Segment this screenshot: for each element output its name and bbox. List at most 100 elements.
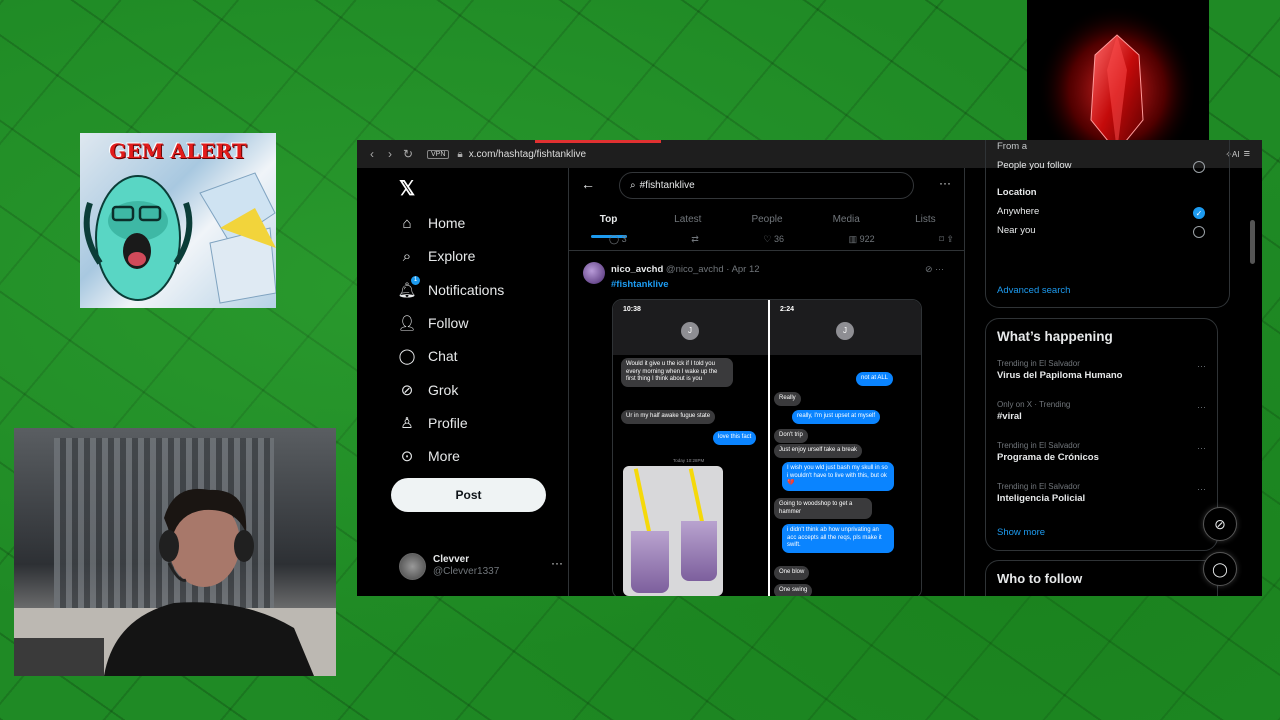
filter-people-you-follow[interactable]: People you follow	[997, 160, 1071, 171]
trend-item[interactable]: Trending in El Salvador Virus del Papilo…	[997, 359, 1212, 381]
avatar	[399, 552, 426, 580]
more-options-icon[interactable]: ···	[1197, 361, 1206, 371]
nav-label: Explore	[428, 248, 476, 264]
vpn-badge[interactable]: VPN	[427, 149, 450, 159]
page-load-progress	[535, 140, 661, 143]
avatar[interactable]	[583, 262, 605, 284]
search-input[interactable]: ⌕ #fishtanklive	[619, 172, 914, 199]
more-options-icon[interactable]: ···	[1197, 402, 1206, 412]
divider	[569, 250, 964, 251]
reply-button[interactable]: ◯ 3	[609, 234, 627, 248]
phone-time: 2:24	[780, 306, 795, 313]
section-title: What’s happening	[997, 329, 1113, 344]
nav-chat[interactable]: ◯ Chat	[398, 344, 458, 368]
views-button[interactable]: ▥ 922	[849, 234, 875, 248]
section-title: Who to follow	[997, 571, 1083, 586]
tweet-hashtag[interactable]: #fishtanklive	[611, 279, 669, 290]
nav-home[interactable]: ⌂ Home	[398, 211, 465, 235]
more-options-icon[interactable]: ···	[1197, 484, 1206, 494]
browser-window: ‹ › ↻ VPN 🔒︎ x.com/hashtag/fishtanklive …	[357, 140, 1262, 596]
phone-time: 10:38	[623, 306, 641, 313]
straw	[633, 468, 653, 538]
search-icon: ⌕	[630, 180, 636, 191]
message-bubble: not at ALL	[856, 372, 894, 386]
account-switcher[interactable]: Clevver @Clevver1337 ···	[399, 548, 563, 584]
previous-tweet-actions: ◯ 3 ⇄ ♡ 36 ▥ 922 ⌑ ⇪	[609, 234, 954, 248]
lock-icon: 🔒︎	[457, 148, 463, 160]
post-button[interactable]: Post	[391, 478, 546, 512]
message-bubble: Really	[774, 392, 801, 406]
filter-from-label: From a	[997, 141, 1028, 152]
grok-fab-icon[interactable]: ⊘	[1203, 507, 1237, 541]
more-icon: ⊙	[400, 448, 414, 465]
repost-icon[interactable]: ⇄	[691, 234, 699, 248]
trend-item[interactable]: Trending in El Salvador Programa de Crón…	[997, 441, 1212, 463]
home-icon: ⌂	[402, 214, 412, 232]
message-bubble: Just enjoy urself take a break	[774, 444, 863, 458]
filter-anywhere[interactable]: Anywhere	[997, 206, 1039, 217]
boba-photo	[623, 466, 723, 596]
nav-profile[interactable]: ♙ Profile	[398, 411, 467, 435]
back-icon[interactable]: ‹	[363, 147, 381, 161]
nav-follow[interactable]: 👤︎ Follow	[397, 311, 469, 335]
trend-context: Trending in El Salvador	[997, 441, 1080, 450]
address-bar[interactable]: x.com/hashtag/fishtanklive	[469, 149, 586, 160]
bookmark-icon[interactable]: ⌑ ⇪	[939, 234, 954, 248]
nav-explore[interactable]: ⌕ Explore	[398, 244, 476, 268]
search-query: #fishtanklive	[639, 180, 695, 191]
radio-near-you[interactable]	[1193, 226, 1205, 238]
message-bubble: One blow	[774, 566, 810, 580]
filter-near-you[interactable]: Near you	[997, 225, 1036, 236]
boba-cup	[681, 521, 717, 581]
grok-icon[interactable]: ⊘	[925, 264, 933, 274]
message-bubble: really, I'm just upset at myself	[792, 410, 881, 424]
nav-label: Notifications	[428, 282, 505, 298]
messages-fab-icon[interactable]: ◯	[1203, 552, 1237, 586]
message-bubble: Ur in my half awake fugue state	[621, 410, 716, 424]
more-options-icon[interactable]: ···	[939, 176, 951, 190]
day-label: Today 10:28PM	[673, 458, 705, 463]
back-arrow-icon[interactable]: ←	[581, 176, 595, 192]
right-sidebar: From a People you follow Location Anywhe…	[965, 140, 1262, 596]
trend-context: Trending in El Salvador	[997, 359, 1080, 368]
notification-badge: 1	[411, 276, 420, 285]
show-more-link[interactable]: Show more	[997, 527, 1045, 538]
trend-topic: #viral	[997, 411, 1022, 422]
nav-label: Follow	[428, 315, 469, 331]
tweet-author-handle[interactable]: @nico_avchd	[666, 264, 724, 275]
like-button[interactable]: ♡ 36	[763, 234, 784, 248]
nav-label: Chat	[428, 348, 458, 364]
trend-item[interactable]: Only on X · Trending #viral ···	[997, 400, 1212, 422]
trend-item[interactable]: Trending in El Salvador Inteligencia Pol…	[997, 482, 1212, 504]
scrollbar[interactable]	[1250, 220, 1255, 264]
screenshot-right: 2:24 J not at ALL Really really, I'm jus…	[770, 300, 921, 596]
nav-more[interactable]: ⊙ More	[398, 444, 460, 468]
nav-notifications[interactable]: 🔔︎ 1 Notifications	[397, 276, 505, 302]
search-filters: From a People you follow Location Anywhe…	[985, 140, 1230, 308]
straw	[688, 468, 706, 528]
avatar: J	[681, 322, 699, 340]
x-logo-icon[interactable]: 𝕏	[399, 176, 415, 201]
radio-people-you-follow[interactable]	[1193, 161, 1205, 173]
reload-icon[interactable]: ↻	[399, 147, 417, 161]
trend-context: Only on X · Trending	[997, 400, 1071, 409]
advanced-search-link[interactable]: Advanced search	[997, 285, 1070, 296]
more-options-icon[interactable]: ···	[1197, 443, 1206, 453]
streamer-figure	[14, 488, 336, 676]
forward-icon[interactable]: ›	[381, 147, 399, 161]
left-sidebar: 𝕏 ⌂ Home ⌕ Explore 🔔︎ 1 Notifications 👤︎ …	[357, 168, 569, 596]
trend-topic: Inteligencia Policial	[997, 493, 1086, 504]
nav-grok[interactable]: ⊘ Grok	[398, 378, 459, 402]
radio-anywhere-checked-icon[interactable]: ✓	[1193, 207, 1205, 219]
tweet-header: nico_avchd @nico_avchd · Apr 12	[611, 264, 760, 275]
message-bubble: love this fact	[713, 431, 757, 445]
tweet-author-name[interactable]: nico_avchd	[611, 264, 663, 275]
tweet-date[interactable]: Apr 12	[732, 264, 760, 275]
message-bubble: One swing	[774, 584, 813, 596]
more-options-icon[interactable]: ···	[551, 556, 563, 570]
search-icon: ⌕	[402, 247, 412, 265]
tweet-media[interactable]: 10:38 J Would it give u the ick if I tol…	[612, 299, 922, 596]
more-options-icon[interactable]: ···	[935, 264, 944, 274]
bell-icon: 🔔︎ 1	[397, 276, 420, 299]
message-bubble: Would it give u the ick if I told you ev…	[621, 358, 733, 387]
